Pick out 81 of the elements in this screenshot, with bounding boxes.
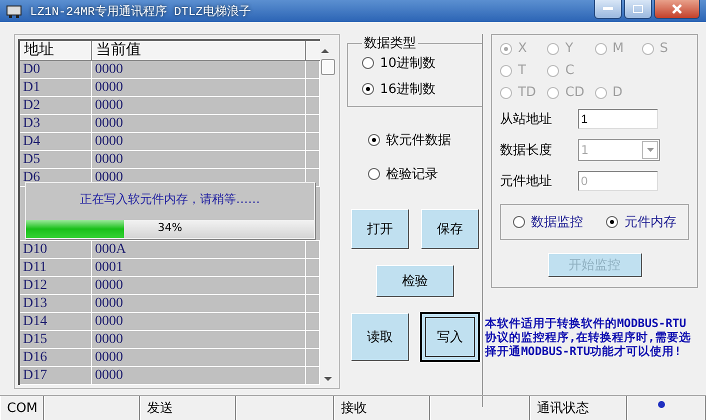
table-cell: 0000 [92,97,306,114]
table-cell: D5 [20,151,92,168]
table-cell: D17 [20,367,92,384]
radio-label: 软元件数据 [386,132,451,149]
field-label: 从站地址 [500,111,553,128]
status-text: COM [7,400,38,416]
radio-label: 数据监控 [530,214,583,231]
radio-label: 检验记录 [386,166,438,183]
window-title: LZ1N-24MR专用通讯程序 DTLZ电梯浪子 [30,4,251,20]
table-cell: D15 [20,331,92,348]
table-cell: D11 [20,259,92,276]
radio-label: S [660,41,668,56]
field-label: 元件地址 [500,173,553,190]
input-field[interactable]: 1 [578,109,658,129]
radio-button[interactable] [362,83,374,95]
table-cell: D13 [20,295,92,312]
maximize-icon [633,5,643,13]
column-header: 地址 [20,41,92,60]
radio-label: 16进制数 [380,81,436,98]
radio-button[interactable] [362,57,374,69]
action-button[interactable]: 读取 [351,313,409,361]
table-cell: 0000 [92,133,306,150]
radio-label: 元件内存 [624,214,676,231]
table-cell: D3 [20,115,92,132]
radio-label: CD [565,85,584,100]
table-cell: 000A [92,241,306,258]
table-cell: 0000 [92,313,306,330]
radio-button[interactable] [512,216,525,228]
close-icon [672,4,682,14]
table-cell: 0000 [92,277,306,294]
table-cell: D16 [20,349,92,366]
table-cell: D1 [20,79,92,96]
action-button[interactable]: 写入 [421,313,479,361]
table-cell: 0000 [92,151,306,168]
group-title: 数据类型 [363,35,417,52]
radio-label: D [612,85,623,100]
radio-label: Y [565,41,574,56]
table-cell: D14 [20,313,92,330]
radio-button[interactable] [368,168,380,180]
scroll-down-icon[interactable] [324,377,332,382]
table-cell: 0000 [92,367,306,384]
table-cell: 0000 [92,115,306,132]
table-cell: 0000 [92,79,306,96]
table-cell: 0000 [92,61,306,78]
table-cell: 0000 [92,331,306,348]
table-cell: 0000 [92,349,306,366]
radio-label: C [565,63,574,78]
field-label: 数据长度 [500,142,553,159]
column-header: 当前值 [92,41,306,60]
verify-button[interactable]: 检验 [376,265,454,297]
minimize-icon [603,7,613,11]
scroll-up-icon[interactable] [321,48,329,53]
table-cell: D2 [20,97,92,114]
status-text: 接收 [341,400,367,417]
table-cell: D4 [20,133,92,150]
notice-text: 本软件适用于转换软件的MODBUS-RTU协议的监控程序,在转换程序时,需要选择开通MODBUS-RTU功能才可以使用! [485,316,692,358]
action-button[interactable]: 保存 [421,209,479,249]
minimize-button[interactable] [594,0,622,19]
status-indicator [658,400,665,408]
table-cell: D10 [20,241,92,258]
radio-label: 10进制数 [380,55,436,72]
radio-button[interactable] [606,216,618,228]
status-text: 发送 [147,400,173,417]
radio-button[interactable] [368,134,380,146]
app-icon [6,3,22,19]
scroll-thumb[interactable] [321,59,335,75]
table-cell: 0001 [92,259,306,276]
radio-label: TD [518,85,536,100]
action-button[interactable]: 打开 [351,209,409,249]
progress-reading: 34% [158,221,182,234]
radio-label: M [612,41,624,56]
close-button[interactable] [654,0,700,19]
status-text: 通讯状态 [537,400,589,417]
progress-message: 正在写入软元件内存，请稍等…… [79,191,261,208]
caret-icon [646,148,654,152]
radio-label: X [518,41,527,56]
table-cell: 0000 [92,295,306,312]
maximize-button[interactable] [624,0,652,19]
radio-label: T [518,63,526,78]
table-cell: D0 [20,61,92,78]
table-cell: D12 [20,277,92,294]
